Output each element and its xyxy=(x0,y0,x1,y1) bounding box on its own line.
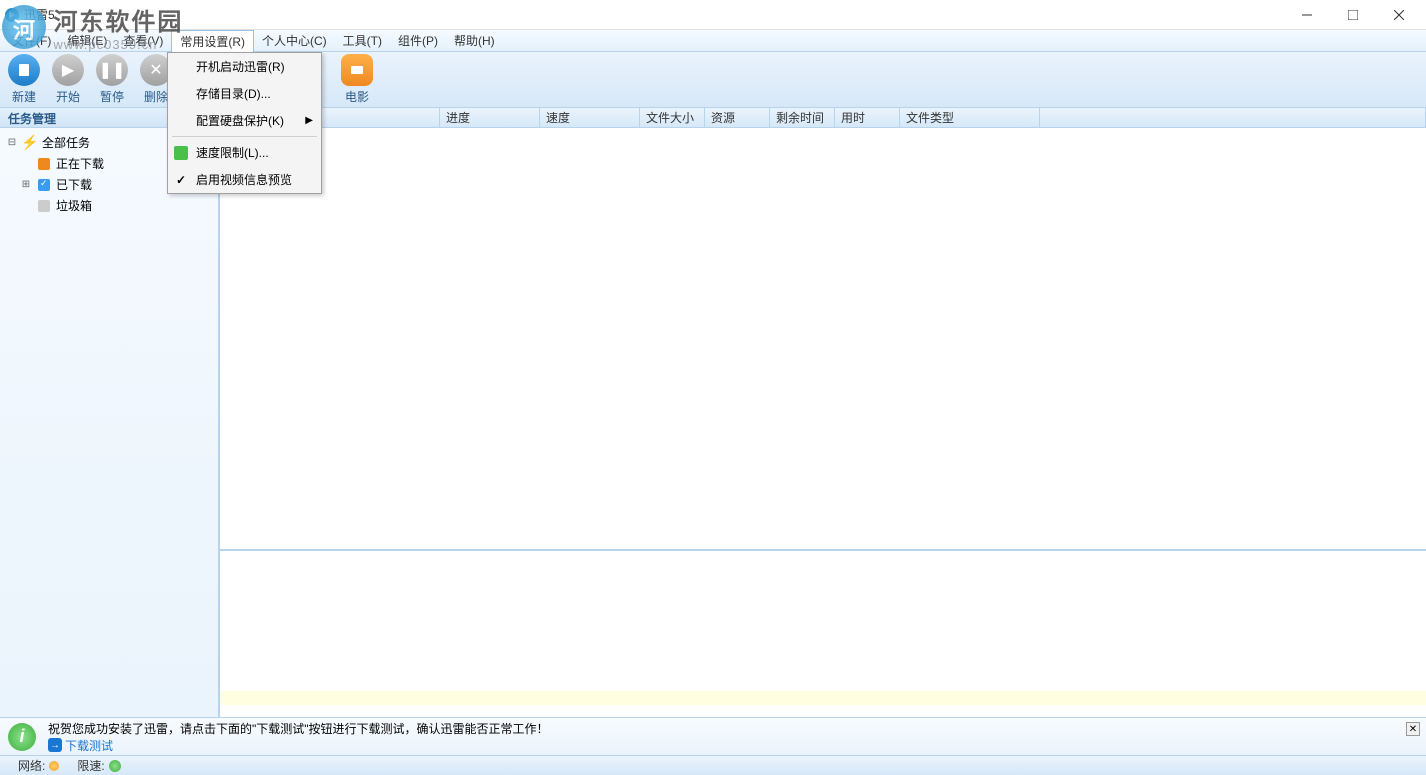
detail-highlight-row xyxy=(220,691,1426,705)
status-bar: 网络: 限速: xyxy=(0,755,1426,775)
network-status-icon xyxy=(49,761,59,771)
dropdown-disk-protect[interactable]: 配置硬盘保护(K)▶ xyxy=(168,107,321,134)
content-area: 状态 文件名称 进度 速度 文件大小 资源 剩余时间 用时 文件类型 xyxy=(219,108,1426,717)
new-button[interactable]: 新建 xyxy=(8,54,40,105)
dropdown-storage[interactable]: 存储目录(D)... xyxy=(168,80,321,107)
pause-button[interactable]: ❚❚ 暂停 xyxy=(96,54,128,105)
done-icon xyxy=(36,177,52,193)
start-button[interactable]: ▶ 开始 xyxy=(52,54,84,105)
detail-panel xyxy=(220,549,1426,717)
downloading-icon xyxy=(36,156,52,172)
dropdown-speed-limit[interactable]: 速度限制(L)... xyxy=(168,139,321,166)
titlebar: 迅雷5 xyxy=(0,0,1426,30)
arrow-right-icon: → xyxy=(48,738,62,752)
infobar-close-button[interactable]: ✕ xyxy=(1406,722,1420,736)
movie-button[interactable]: 电影 xyxy=(341,54,373,105)
col-filesize[interactable]: 文件大小 xyxy=(640,108,705,127)
info-bar: i 祝贺您成功安装了迅雷，请点击下面的"下载测试"按钮进行下载测试，确认迅雷能否… xyxy=(0,717,1426,755)
settings-dropdown: 开机启动迅雷(R) 存储目录(D)... 配置硬盘保护(K)▶ 速度限制(L).… xyxy=(167,52,322,194)
movie-icon xyxy=(341,54,373,86)
app-icon xyxy=(4,7,20,23)
sidebar: 任务管理 ⊟ ⚡ 全部任务 正在下载 ⊞ 已下载 垃圾箱 xyxy=(0,108,219,717)
menu-edit[interactable]: 编辑(E) xyxy=(59,30,115,51)
submenu-arrow-icon: ▶ xyxy=(305,115,313,126)
menu-file[interactable]: 文件(F) xyxy=(4,30,59,51)
expand-icon[interactable]: ⊞ xyxy=(20,179,32,190)
column-header: 状态 文件名称 进度 速度 文件大小 资源 剩余时间 用时 文件类型 xyxy=(220,108,1426,128)
col-resource[interactable]: 资源 xyxy=(705,108,770,127)
col-progress[interactable]: 进度 xyxy=(440,108,540,127)
menu-components[interactable]: 组件(P) xyxy=(390,30,446,51)
play-icon: ▶ xyxy=(52,54,84,86)
speed-limit-status-icon xyxy=(109,760,121,772)
window-title: 迅雷5 xyxy=(24,6,1284,23)
col-elapsed[interactable]: 用时 xyxy=(835,108,900,127)
speed-limit-icon xyxy=(174,146,188,160)
menu-tools[interactable]: 工具(T) xyxy=(335,30,390,51)
col-spacer xyxy=(1040,108,1426,127)
dropdown-startup[interactable]: 开机启动迅雷(R) xyxy=(168,53,321,80)
pause-icon: ❚❚ xyxy=(96,54,128,86)
info-icon: i xyxy=(8,723,36,751)
close-button[interactable] xyxy=(1376,0,1422,30)
menu-settings[interactable]: 常用设置(R) xyxy=(171,30,254,52)
maximize-button[interactable] xyxy=(1330,0,1376,30)
tree-trash[interactable]: 垃圾箱 xyxy=(2,195,216,216)
dropdown-separator xyxy=(172,136,317,137)
collapse-icon[interactable]: ⊟ xyxy=(6,137,18,148)
status-speed-limit[interactable]: 限速: xyxy=(77,757,120,774)
thunder-icon: ⚡ xyxy=(22,135,38,151)
minimize-button[interactable] xyxy=(1284,0,1330,30)
col-remaining[interactable]: 剩余时间 xyxy=(770,108,835,127)
col-filetype[interactable]: 文件类型 xyxy=(900,108,1040,127)
menubar: 文件(F) 编辑(E) 查看(V) 常用设置(R) 个人中心(C) 工具(T) … xyxy=(0,30,1426,52)
new-icon xyxy=(8,54,40,86)
menu-personal[interactable]: 个人中心(C) xyxy=(254,30,335,51)
menu-help[interactable]: 帮助(H) xyxy=(446,30,503,51)
menu-view[interactable]: 查看(V) xyxy=(115,30,171,51)
download-test-link[interactable]: → 下载测试 xyxy=(48,737,113,754)
info-message: 祝贺您成功安装了迅雷，请点击下面的"下载测试"按钮进行下载测试，确认迅雷能否正常… xyxy=(48,720,1418,737)
status-network[interactable]: 网络: xyxy=(18,757,59,774)
task-list[interactable] xyxy=(220,128,1426,549)
trash-icon xyxy=(36,198,52,214)
col-speed[interactable]: 速度 xyxy=(540,108,640,127)
dropdown-video-preview[interactable]: 启用视频信息预览 xyxy=(168,166,321,193)
